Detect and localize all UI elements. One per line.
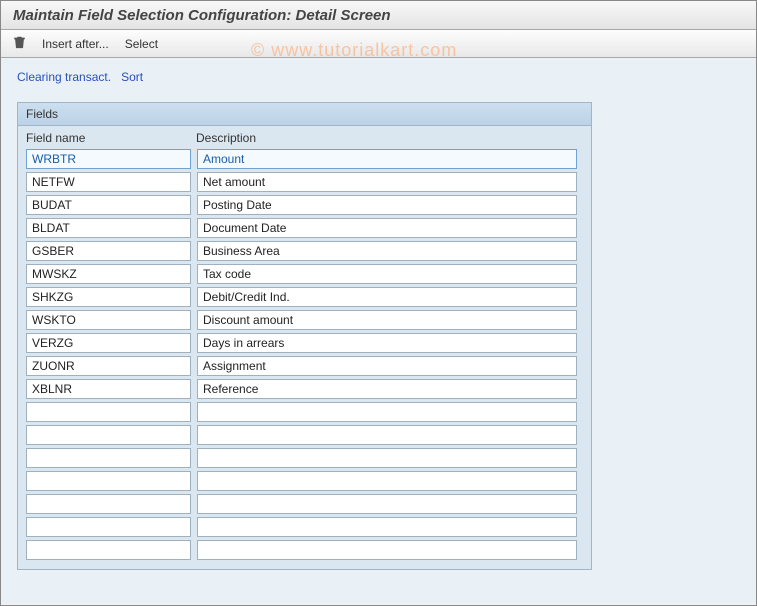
field-name-input[interactable] <box>26 172 191 192</box>
field-desc-input[interactable] <box>197 356 577 376</box>
field-name-input[interactable] <box>26 264 191 284</box>
field-desc-input[interactable] <box>197 264 577 284</box>
field-name-input[interactable] <box>26 494 191 514</box>
field-name-input[interactable] <box>26 540 191 560</box>
field-desc-input[interactable] <box>197 379 577 399</box>
table-row <box>26 471 583 491</box>
insert-after-label: Insert after... <box>42 37 109 51</box>
link-row: Clearing transact. Sort <box>17 70 740 84</box>
field-name-input[interactable] <box>26 402 191 422</box>
field-name-input[interactable] <box>26 310 191 330</box>
header-bar: Maintain Field Selection Configuration: … <box>1 1 756 30</box>
field-name-input[interactable] <box>26 379 191 399</box>
field-desc-input[interactable] <box>197 494 577 514</box>
field-desc-input[interactable] <box>197 241 577 261</box>
field-desc-input[interactable] <box>197 195 577 215</box>
table-row <box>26 287 583 307</box>
field-name-input[interactable] <box>26 425 191 445</box>
table-row <box>26 356 583 376</box>
col-header-field-name: Field name <box>26 131 196 145</box>
field-desc-input[interactable] <box>197 172 577 192</box>
table-row <box>26 425 583 445</box>
table-row <box>26 172 583 192</box>
table-row <box>26 218 583 238</box>
field-desc-input[interactable] <box>197 287 577 307</box>
page-title: Maintain Field Selection Configuration: … <box>13 7 744 24</box>
table-row <box>26 540 583 560</box>
table-row <box>26 448 583 468</box>
delete-button[interactable] <box>13 35 26 52</box>
field-desc-input[interactable] <box>197 517 577 537</box>
field-desc-input[interactable] <box>197 149 577 169</box>
field-name-input[interactable] <box>26 448 191 468</box>
clearing-link[interactable]: Clearing transact. <box>17 70 111 84</box>
table-row <box>26 310 583 330</box>
toolbar: Insert after... Select <box>1 30 756 58</box>
table-row <box>26 517 583 537</box>
field-desc-input[interactable] <box>197 310 577 330</box>
field-name-input[interactable] <box>26 287 191 307</box>
table-row <box>26 149 583 169</box>
table-row <box>26 379 583 399</box>
field-name-input[interactable] <box>26 218 191 238</box>
trash-icon <box>13 35 26 52</box>
field-desc-input[interactable] <box>197 402 577 422</box>
field-name-input[interactable] <box>26 517 191 537</box>
table-row <box>26 494 583 514</box>
sort-link[interactable]: Sort <box>121 70 143 84</box>
select-label: Select <box>125 37 158 51</box>
field-name-input[interactable] <box>26 241 191 261</box>
field-name-input[interactable] <box>26 356 191 376</box>
content-area: © www.tutorialkart.com Clearing transact… <box>1 58 756 604</box>
field-name-input[interactable] <box>26 149 191 169</box>
field-desc-input[interactable] <box>197 471 577 491</box>
table-row <box>26 333 583 353</box>
col-header-description: Description <box>196 131 583 145</box>
fields-panel: Fields Field name Description <box>17 102 592 570</box>
table-row <box>26 195 583 215</box>
column-headers: Field name Description <box>18 126 591 149</box>
field-desc-input[interactable] <box>197 540 577 560</box>
field-desc-input[interactable] <box>197 218 577 238</box>
table-row <box>26 241 583 261</box>
select-button[interactable]: Select <box>125 37 158 51</box>
field-name-input[interactable] <box>26 195 191 215</box>
field-desc-input[interactable] <box>197 448 577 468</box>
field-name-input[interactable] <box>26 471 191 491</box>
field-name-input[interactable] <box>26 333 191 353</box>
table-row <box>26 264 583 284</box>
insert-after-button[interactable]: Insert after... <box>42 37 109 51</box>
panel-title: Fields <box>18 103 591 126</box>
table-row <box>26 402 583 422</box>
field-desc-input[interactable] <box>197 425 577 445</box>
field-desc-input[interactable] <box>197 333 577 353</box>
rows-container <box>18 149 591 560</box>
